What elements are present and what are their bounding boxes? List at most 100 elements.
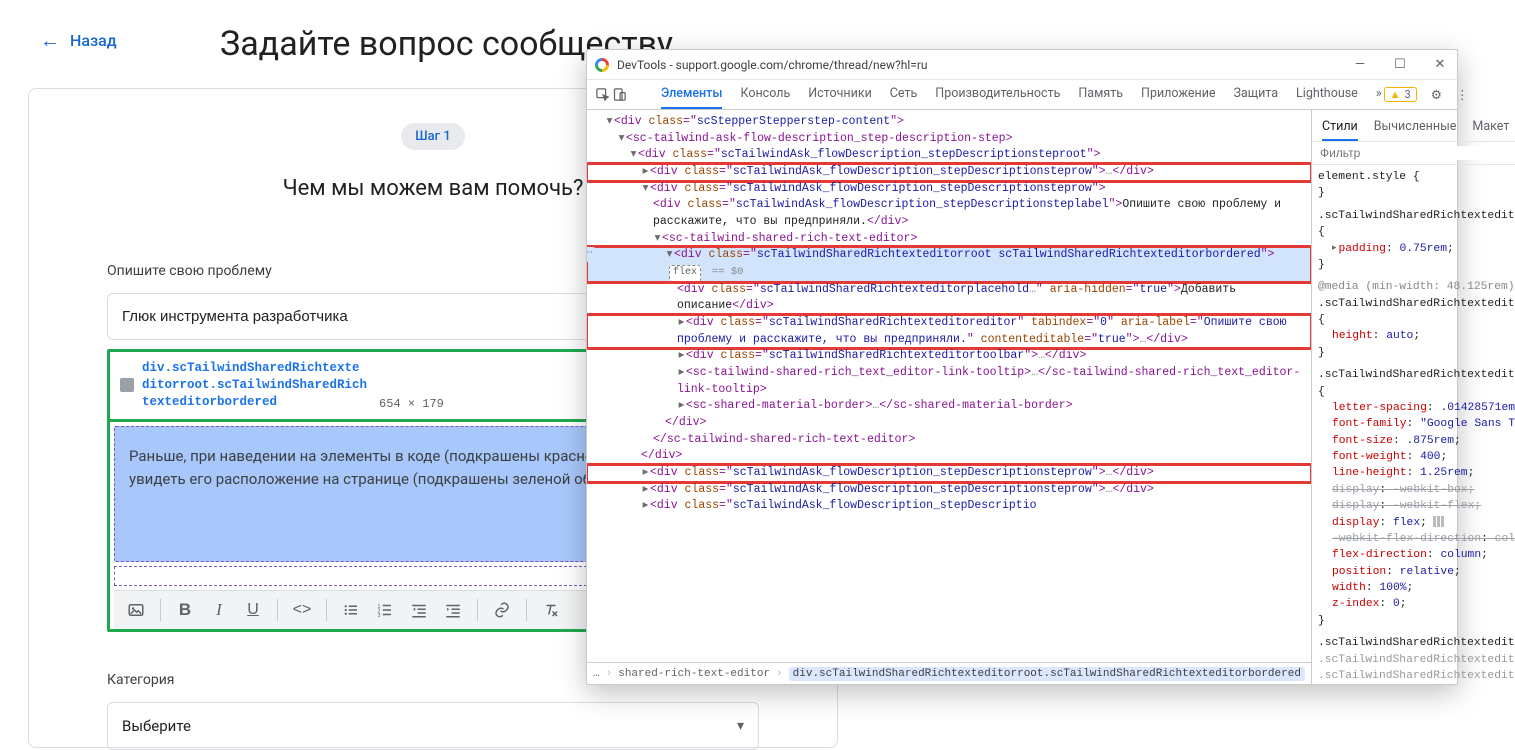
css-declaration[interactable]: -webkit-flex-direction: column; xyxy=(1332,531,1515,547)
link-button[interactable] xyxy=(488,596,516,624)
inspect-tooltip-dimensions: 654 × 179 xyxy=(379,397,444,411)
css-declaration[interactable]: width: 100%; xyxy=(1332,580,1515,596)
styles-filter-row: :hov .cls ＋ ⧉ xyxy=(1312,142,1515,165)
styles-tabs: Стили Вычисленные Макет » xyxy=(1312,110,1515,142)
select-value: Выберите xyxy=(122,717,191,735)
dom-node[interactable]: ▸<sc-tailwind-shared-rich_text_editor-li… xyxy=(587,365,1311,398)
kebab-menu-icon[interactable]: ⋮ xyxy=(1456,87,1469,103)
outdent-button[interactable] xyxy=(405,596,433,624)
tab-console[interactable]: Консоль xyxy=(740,80,790,109)
breadcrumb-item[interactable]: shared-rich-text-editor xyxy=(618,668,770,680)
style-rule[interactable]: .scTailwindSharedRichtexteditorroot.scTa… xyxy=(1318,208,1515,274)
tab-application[interactable]: Приложение xyxy=(1141,80,1216,109)
tab-styles[interactable]: Стили xyxy=(1322,114,1358,141)
svg-text:3: 3 xyxy=(378,613,381,619)
css-declaration[interactable]: font-family: "Google Sans Text",Roboto,A… xyxy=(1332,416,1515,432)
tab-security[interactable]: Защита xyxy=(1234,80,1279,109)
inspect-element-icon[interactable] xyxy=(595,86,610,104)
styles-rules[interactable]: element.style { } .scTailwindSharedRicht… xyxy=(1312,165,1515,684)
dom-node[interactable]: ▾<div class="scStepperStepperstep-conten… xyxy=(587,114,1311,131)
css-declaration[interactable]: display: -webkit-flex; xyxy=(1332,498,1515,514)
dom-node-highlighted[interactable]: ▸<div class="scTailwindAsk_flowDescripti… xyxy=(587,465,1311,482)
indent-button[interactable] xyxy=(439,596,467,624)
style-rule[interactable]: element.style { } xyxy=(1318,169,1515,202)
tab-sources[interactable]: Источники xyxy=(808,80,872,109)
dom-node[interactable]: ▾<sc-tailwind-shared-rich-text-editor> xyxy=(587,231,1311,248)
dom-node[interactable]: <div class="scTailwindSharedRichtextedit… xyxy=(587,282,1311,315)
css-declaration[interactable]: z-index: 0; xyxy=(1332,596,1515,612)
tab-network[interactable]: Сеть xyxy=(890,80,918,109)
dollar-zero-hint: == $0 xyxy=(712,266,744,278)
css-declaration[interactable]: ▸padding: 0.75rem; xyxy=(1332,241,1515,257)
styles-panel: Стили Вычисленные Макет » :hov .cls ＋ ⧉ … xyxy=(1312,110,1515,684)
element-icon xyxy=(120,378,134,392)
css-declaration[interactable]: font-size: .875rem; xyxy=(1332,433,1515,449)
tab-layout[interactable]: Макет xyxy=(1472,114,1509,141)
dom-node[interactable]: ▸<div class="scTailwindAsk_flowDescripti… xyxy=(587,482,1311,499)
tab-computed[interactable]: Вычисленные xyxy=(1374,114,1457,141)
style-rule[interactable]: .scTailwindSharedRichtexteditorroot new?… xyxy=(1318,367,1515,629)
dom-node-highlighted[interactable]: ▸<div class="scTailwindAsk_flowDescripti… xyxy=(587,164,1311,181)
numbered-list-button[interactable]: 123 xyxy=(371,596,399,624)
devtools-toolbar: Элементы Консоль Источники Сеть Производ… xyxy=(587,80,1457,110)
italic-button[interactable]: I xyxy=(205,596,233,624)
warning-icon: ▲ xyxy=(1390,88,1401,101)
toolbar-separator xyxy=(526,599,527,621)
settings-icon[interactable]: ⚙ xyxy=(1431,87,1442,103)
category-select[interactable]: Выберите ▾ xyxy=(107,702,759,750)
flex-badge[interactable]: flex xyxy=(669,265,701,282)
elements-panel: ▾<div class="scStepperStepperstep-conten… xyxy=(587,110,1312,684)
back-link[interactable]: ← Назад xyxy=(40,30,117,50)
css-declaration[interactable]: position: relative; xyxy=(1332,564,1515,580)
dom-node[interactable]: ▾<div class="scTailwindAsk_flowDescripti… xyxy=(587,181,1311,198)
bold-button[interactable]: B xyxy=(171,596,199,624)
css-declaration[interactable]: display: flex; xyxy=(1332,515,1515,531)
tabs-overflow[interactable]: » xyxy=(1376,80,1382,109)
style-rule[interactable]: .scTailwindSharedRichtexteditorroot, .sc… xyxy=(1318,635,1515,684)
dom-node[interactable]: </div> xyxy=(587,448,1311,465)
device-toggle-icon[interactable] xyxy=(612,86,627,104)
breadcrumb-overflow[interactable]: … xyxy=(593,668,600,680)
dom-node[interactable]: ▸<sc-shared-material-border>…</sc-shared… xyxy=(587,398,1311,415)
tab-performance[interactable]: Производительность xyxy=(935,80,1060,109)
tab-elements[interactable]: Элементы xyxy=(661,80,722,109)
devtools-window: DevTools - support.google.com/chrome/thr… xyxy=(586,49,1458,685)
arrow-left-icon: ← xyxy=(40,30,60,50)
css-declaration[interactable]: font-weight: 400; xyxy=(1332,449,1515,465)
tab-memory[interactable]: Память xyxy=(1078,80,1123,109)
close-button[interactable]: ✕ xyxy=(1431,57,1449,72)
image-icon[interactable] xyxy=(122,596,150,624)
css-declaration[interactable]: line-height: 1.25rem; xyxy=(1332,465,1515,481)
maximize-button[interactable]: ☐ xyxy=(1391,57,1409,72)
breadcrumb-item-selected[interactable]: div.scTailwindSharedRichtexteditorroot.s… xyxy=(789,667,1305,681)
css-declaration[interactable]: flex-direction: column; xyxy=(1332,547,1515,563)
devtools-titlebar[interactable]: DevTools - support.google.com/chrome/thr… xyxy=(587,50,1457,80)
dom-node[interactable]: ▸<div class="scTailwindAsk_flowDescripti… xyxy=(587,498,1311,515)
bulleted-list-button[interactable] xyxy=(337,596,365,624)
minimize-button[interactable]: — xyxy=(1351,57,1369,72)
underline-button[interactable]: U xyxy=(239,596,267,624)
dom-node[interactable]: <div class="scTailwindAsk_flowDescriptio… xyxy=(587,197,1311,230)
step-badge: Шаг 1 xyxy=(401,123,464,150)
inspect-tooltip-selector: div.scTailwindSharedRichtexte ditorroot.… xyxy=(142,360,367,411)
dom-node[interactable]: ▾<sc-tailwind-ask-flow-description_step-… xyxy=(587,131,1311,148)
dom-node[interactable]: ▸<div class="scTailwindSharedRichtextedi… xyxy=(587,348,1311,365)
css-declaration[interactable]: display: -webkit-box; xyxy=(1332,482,1515,498)
dom-breadcrumb[interactable]: … › shared-rich-text-editor › div.scTail… xyxy=(587,662,1311,684)
code-button[interactable]: <> xyxy=(288,596,316,624)
dom-node[interactable]: </div> xyxy=(587,415,1311,432)
toolbar-separator xyxy=(326,599,327,621)
css-declaration[interactable]: letter-spacing: .01428571em; xyxy=(1332,400,1515,416)
styles-filter-input[interactable] xyxy=(1320,146,1515,160)
dom-node[interactable]: ▾<div class="scTailwindAsk_flowDescripti… xyxy=(587,147,1311,164)
dom-node-highlighted[interactable]: ▸<div class="scTailwindSharedRichtextedi… xyxy=(587,315,1311,348)
css-declaration[interactable]: height: auto; xyxy=(1332,328,1515,344)
dom-node[interactable]: </sc-tailwind-shared-rich-text-editor> xyxy=(587,432,1311,449)
chrome-icon xyxy=(595,58,609,72)
style-rule[interactable]: @media (min-width: 48.125rem) .scTailwin… xyxy=(1318,279,1515,361)
dom-tree[interactable]: ▾<div class="scStepperStepperstep-conten… xyxy=(587,110,1311,662)
clear-formatting-button[interactable] xyxy=(537,596,565,624)
dom-node-selected[interactable]: ⋯ ▾<div class="scTailwindSharedRichtexte… xyxy=(587,247,1311,281)
tab-lighthouse[interactable]: Lighthouse xyxy=(1296,80,1358,109)
warnings-badge[interactable]: ▲3 xyxy=(1384,87,1417,102)
